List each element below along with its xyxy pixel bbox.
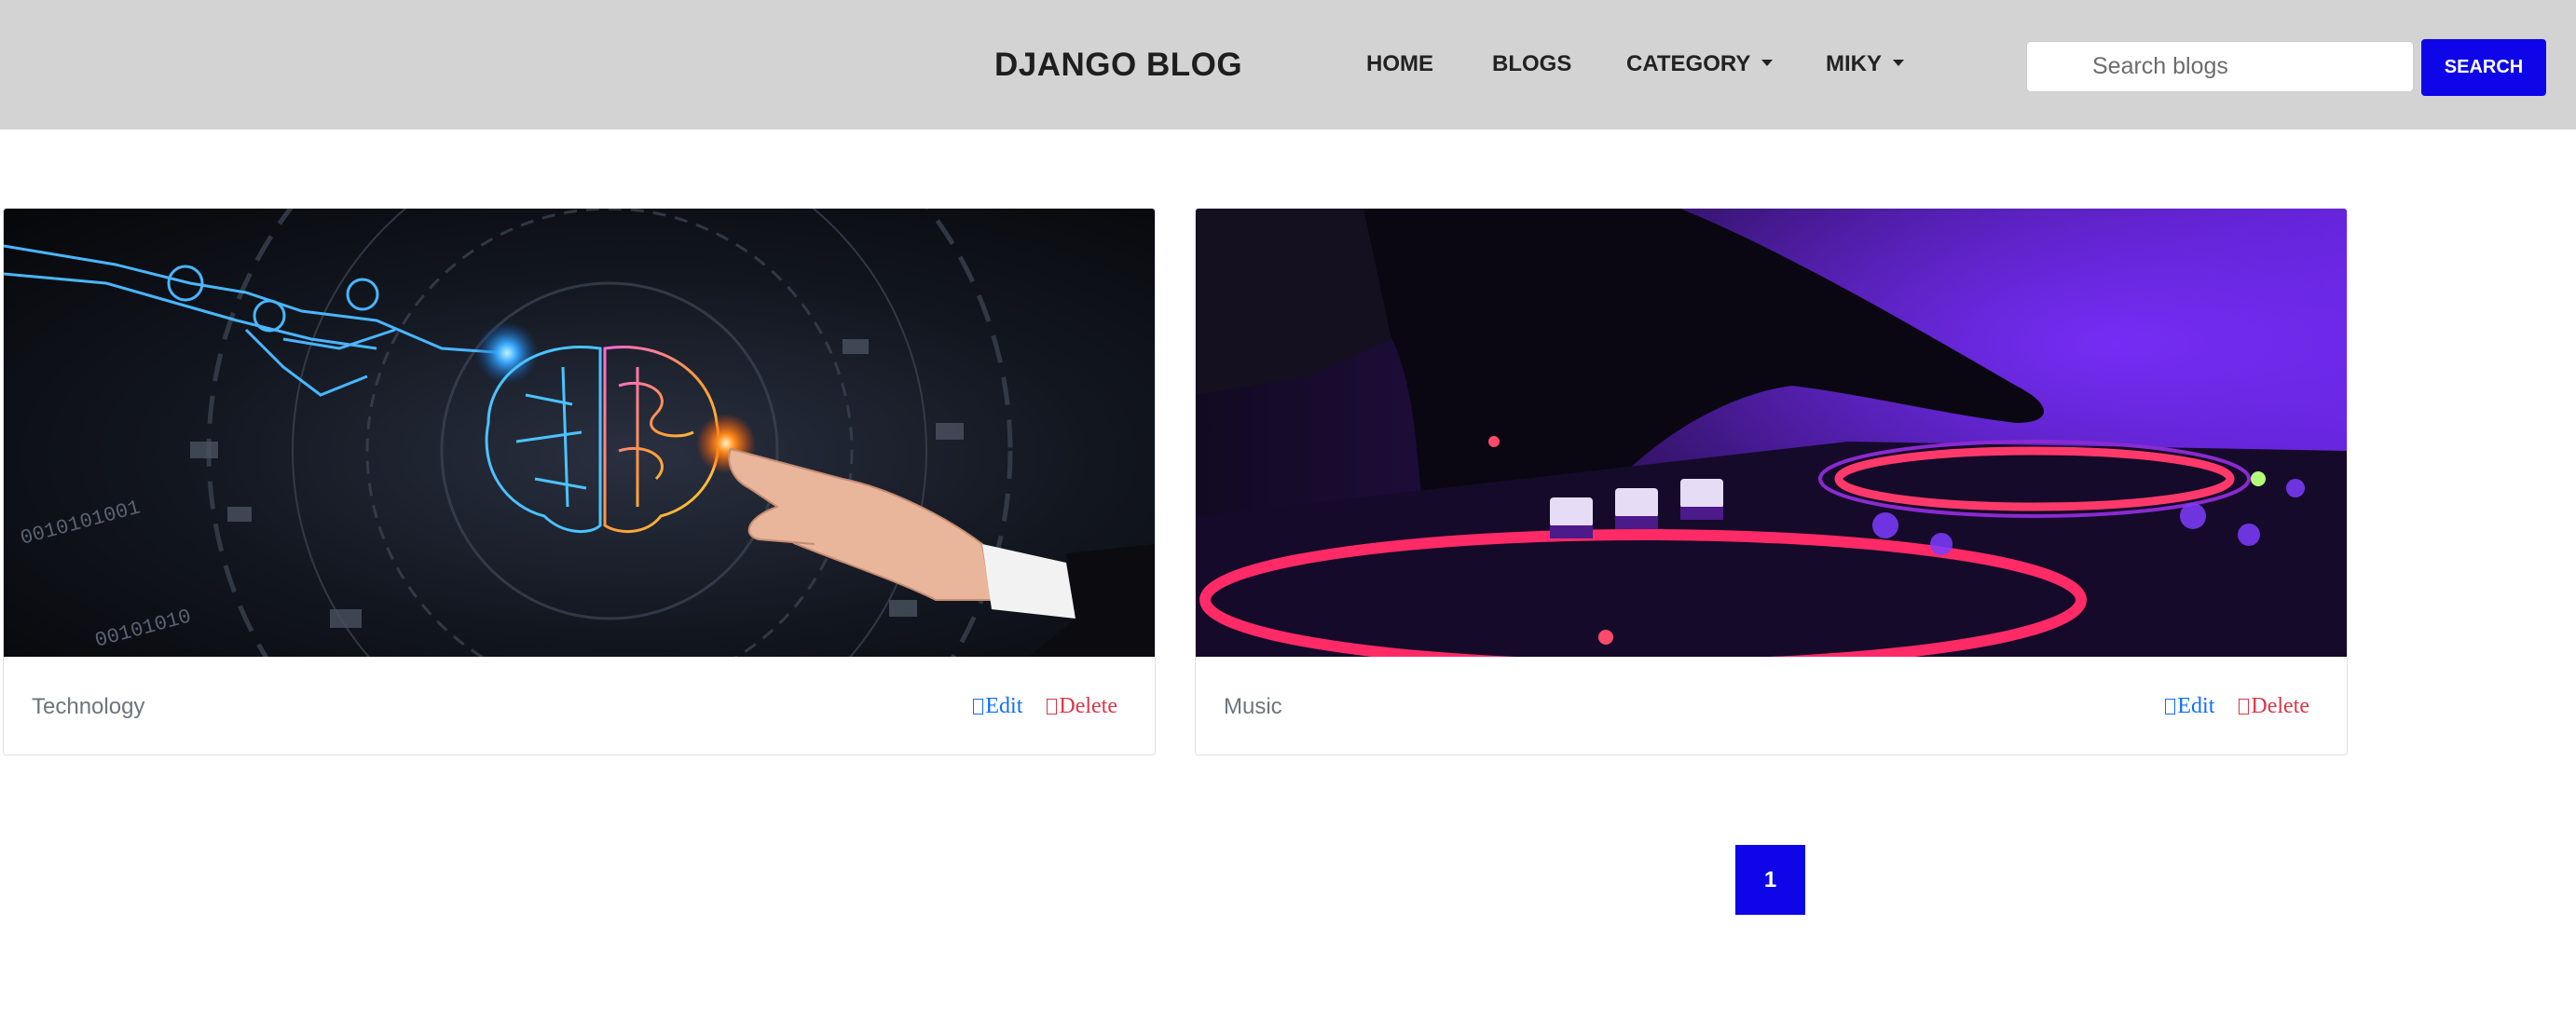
delete-icon [1047,699,1058,715]
edit-icon [2165,699,2176,715]
nav-blogs-link[interactable]: BLOGS [1492,51,1571,77]
card-actions: Edit Delete [2165,694,2309,719]
nav-home-link[interactable]: HOME [1366,51,1433,77]
edit-link[interactable]: Edit [2165,694,2214,719]
chevron-down-icon [1761,60,1774,66]
delete-label: Delete [1059,694,1117,718]
edit-icon [973,699,984,715]
top-navbar: DJANGO BLOG HOME BLOGS CATEGORY MIKY SEA… [0,0,2576,129]
site-brand[interactable]: DJANGO BLOG [994,47,1242,84]
chevron-down-icon [1893,60,1904,66]
nav-category-label: CATEGORY [1626,51,1751,76]
edit-label: Edit [2177,694,2215,718]
card-footer: Music Edit Delete [1196,657,2347,755]
blog-card: 0010101001 00101010 Technology Edit Dele… [3,208,1156,756]
search-button[interactable]: SEARCH [2421,39,2546,96]
delete-link[interactable]: Delete [2239,694,2309,719]
nav-user-dropdown[interactable]: MIKY [1826,51,1904,77]
card-actions: Edit Delete [973,694,1117,719]
dj-mixer-illustration [1196,209,2347,657]
edit-label: Edit [985,694,1023,718]
delete-icon [2239,699,2250,715]
ai-brain-illustration: 0010101001 00101010 [4,209,1155,657]
search-input[interactable] [2026,41,2414,92]
nav-category-dropdown[interactable]: CATEGORY [1626,51,1774,77]
ai-brain-touch-image[interactable]: 0010101001 00101010 [4,209,1155,657]
post-category: Music [1224,694,1282,719]
pagination-page-button[interactable]: 1 [1735,845,1805,915]
dj-mixer-image[interactable] [1196,209,2347,657]
card-footer: Technology Edit Delete [4,657,1155,755]
edit-link[interactable]: Edit [973,694,1022,719]
blog-card: Music Edit Delete [1195,208,2348,756]
delete-link[interactable]: Delete [1047,694,1117,719]
nav-user-label: MIKY [1826,51,1882,76]
delete-label: Delete [2251,694,2309,718]
post-category: Technology [32,694,145,719]
